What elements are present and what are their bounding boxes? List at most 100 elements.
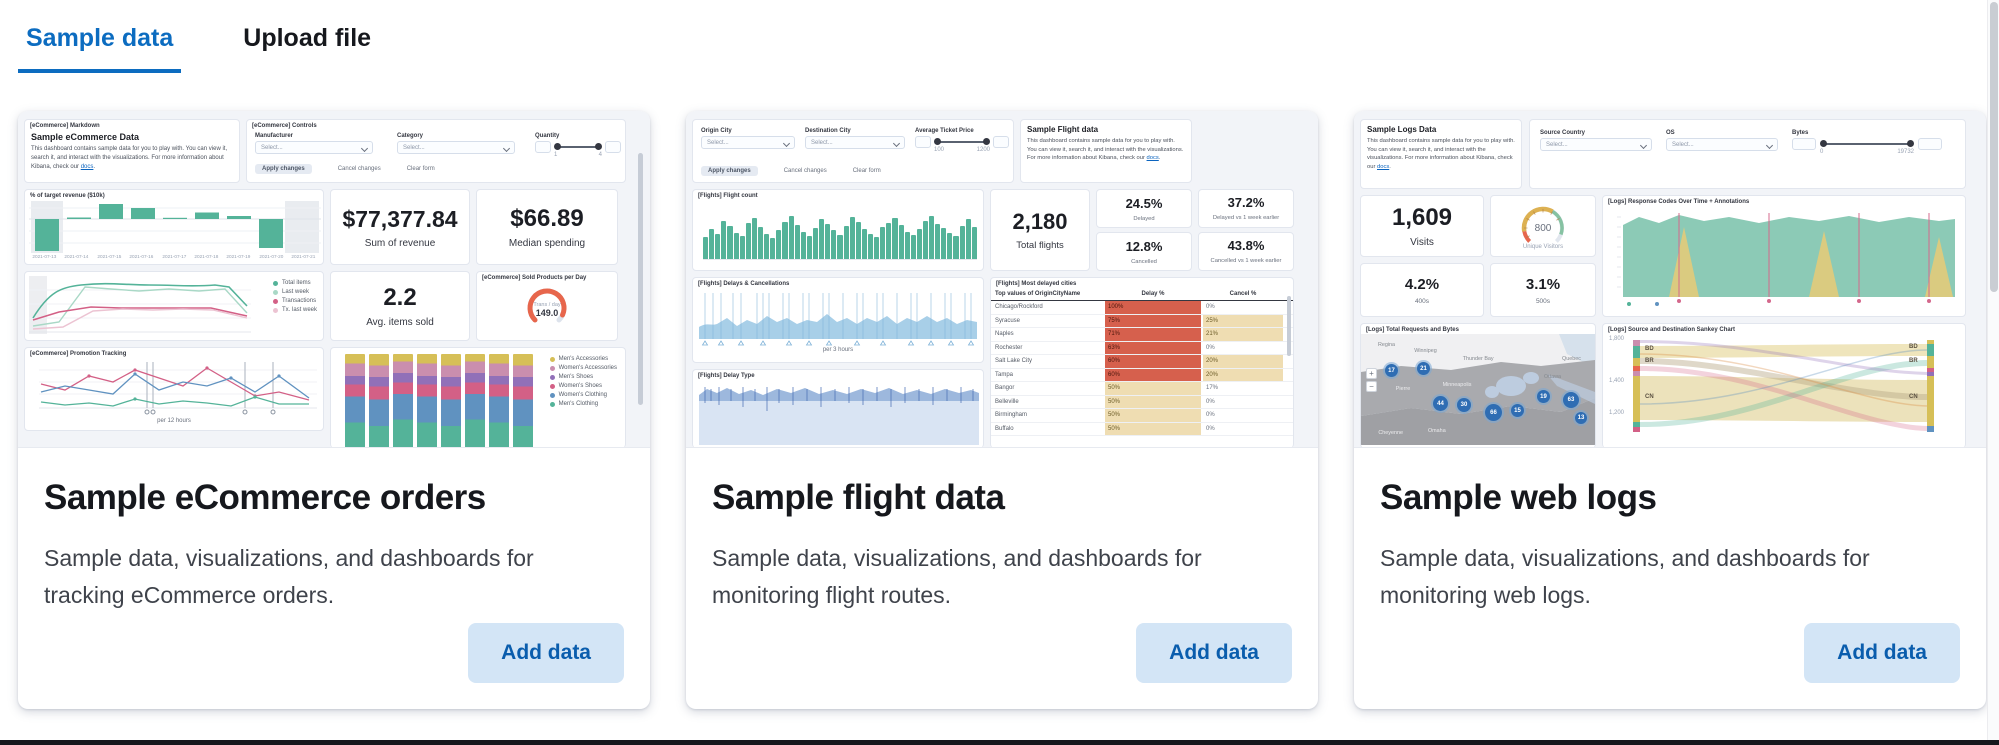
panel-requests-map: [Logs] Total Requests and Bytes [1360, 323, 1596, 448]
map-cluster-bubble: 17 [1385, 364, 1398, 377]
sankey-node-label: BR [1645, 358, 1654, 364]
response-codes-chart [1609, 207, 1961, 307]
thumbnail-scrollbar [638, 153, 643, 405]
panel-cancelled-vs: 43.8% Cancelled vs 1 week earlier [1198, 232, 1294, 271]
delays-area-chart [697, 289, 981, 347]
panel-title: [Flights] Delay Type [693, 370, 983, 380]
panel-title: [eCommerce] Promotion Tracking [25, 348, 323, 358]
map-cluster-bubble: 30 [1457, 398, 1471, 412]
panel-title: [eCommerce] Markdown [25, 120, 239, 130]
card-flights: Origin City Select... Destination City S… [686, 111, 1318, 709]
delayed-cities-rows: Chicago/Rockford100%0%Syracuse75%25%Napl… [991, 301, 1293, 436]
markdown-heading: Sample eCommerce Data [25, 130, 239, 143]
map-cluster-bubble: 44 [1433, 396, 1448, 411]
card-body: Sample eCommerce orders Sample data, vis… [18, 448, 650, 709]
visitors-map: Regina Winnipeg Thunder Bay Minneapolis … [1361, 334, 1595, 445]
map-cluster-bubble: 15 [1511, 404, 1524, 417]
panel-promotion-tracking: [eCommerce] Promotion Tracking per 12 ho… [24, 347, 324, 431]
map-city-label: Winnipeg [1414, 348, 1437, 353]
tab-sample-data[interactable]: Sample data [18, 24, 181, 73]
sankey-axis-label: 1,400 [1609, 378, 1624, 384]
panel-flight-markdown: Sample Flight data This dashboard contai… [1020, 119, 1192, 183]
panel-title: [Flights] Flight count [693, 190, 983, 200]
quantity-slider: 14 [554, 141, 602, 153]
markdown-heading: Sample Logs Data [1361, 120, 1521, 135]
delays-x-label: per 3 hours [693, 347, 983, 353]
bottom-edge-strip [0, 740, 1999, 745]
sankey-image [1607, 334, 1959, 438]
gauge-label: Unique Visitors [1491, 244, 1595, 250]
docs-link: docs [81, 164, 94, 170]
control-bytes: Bytes 019732 [1792, 130, 1942, 150]
map-cluster-bubble: 66 [1485, 404, 1502, 421]
tab-upload-file[interactable]: Upload file [235, 24, 379, 73]
sankey-node-label: BD [1909, 344, 1918, 350]
map-cluster-bubble: 63 [1563, 392, 1579, 408]
origin-city-select: Select... [701, 136, 795, 149]
panel-title: [Logs] Total Requests and Bytes [1361, 324, 1595, 334]
slider-max-box [1918, 138, 1942, 150]
clear-form-button: Clear form [407, 164, 435, 174]
map-zoom-in-button: + [1366, 368, 1377, 379]
bytes-slider: 019732 [1820, 138, 1914, 150]
add-data-button-ecommerce[interactable]: Add data [468, 623, 624, 683]
apply-changes-button: Apply changes [255, 164, 312, 174]
control-manufacturer: Manufacturer Select... [255, 133, 373, 154]
panel-sankey: [Logs] Source and Destination Sankey Cha… [1602, 323, 1966, 448]
panel-total-flights: 2,180 Total flights [990, 189, 1090, 271]
docs-link: docs [1147, 155, 1159, 161]
control-quantity: Quantity 14 [535, 133, 621, 153]
unique-visitors-gauge: 800 [1500, 198, 1586, 244]
panel-logs-markdown: Sample Logs Data This dashboard contains… [1360, 119, 1522, 189]
map-city-label: Thunder Bay [1463, 356, 1494, 361]
panel-sum-of-revenue: $77,377.84 Sum of revenue [330, 189, 470, 265]
panel-logs-controls: Source Country Select... OS Select... By… [1529, 119, 1966, 189]
add-data-button-flights[interactable]: Add data [1136, 623, 1292, 683]
panel-title: [Logs] Source and Destination Sankey Cha… [1603, 324, 1965, 334]
card-description: Sample data, visualizations, and dashboa… [712, 540, 1260, 614]
controls-buttons: Apply changes Cancel changes Clear form [701, 166, 881, 176]
card-description: Sample data, visualizations, and dashboa… [44, 540, 592, 614]
add-data-button-web-logs[interactable]: Add data [1804, 623, 1960, 683]
markdown-body: This dashboard contains sample data for … [1361, 135, 1521, 174]
map-cluster-bubble: 21 [1417, 362, 1430, 375]
flight-count-histogram [703, 204, 977, 260]
panel-avg-items-sold: 2.2 Avg. items sold [330, 271, 470, 341]
map-city-label: Regina [1378, 342, 1395, 347]
map-city-label: Cheyenne [1378, 430, 1403, 435]
map-cluster-bubble: 13 [1575, 412, 1587, 424]
revenue-bar-chart [29, 201, 321, 253]
category-stacked-bars [345, 354, 533, 448]
panel-flight-count: [Flights] Flight count [692, 189, 984, 271]
page-scrollbar[interactable] [1987, 0, 1999, 740]
control-destination-city: Destination City Select... [805, 128, 905, 149]
scrollbar-thumb[interactable] [1990, 2, 1998, 292]
panel-title: [Flights] Delays & Cancellations [693, 278, 983, 288]
table-row: Naples71%21% [991, 328, 1293, 342]
clear-form-button: Clear form [853, 166, 881, 176]
map-city-label: Pierre [1396, 386, 1410, 391]
delay-type-chart [697, 381, 981, 445]
panel-title: [eCommerce] Sold Products per Day [477, 272, 617, 282]
table-row: Buffalo50%0% [991, 423, 1293, 437]
slider-min-box [535, 141, 551, 153]
card-title: Sample web logs [1380, 478, 1960, 518]
card-body: Sample flight data Sample data, visualiz… [686, 448, 1318, 709]
control-source-country: Source Country Select... [1540, 130, 1652, 151]
panel-delays-cancellations: [Flights] Delays & Cancellations per 3 h… [692, 277, 984, 363]
panel-500s: 3.1% 500s [1490, 263, 1596, 317]
panel-visits: 1,609 Visits [1360, 195, 1484, 257]
map-zoom-out-button: − [1366, 381, 1377, 392]
sankey-node-label: BD [1645, 346, 1654, 352]
sankey-node-label: CN [1909, 394, 1918, 400]
panel-ecommerce-controls: [eCommerce] Controls Manufacturer Select… [246, 119, 626, 183]
control-category: Category Select... [397, 133, 515, 154]
table-row: Belleville50%0% [991, 396, 1293, 410]
control-origin-city: Origin City Select... [701, 128, 795, 149]
table-row: Chicago/Rockford100%0% [991, 301, 1293, 315]
table-row: Bangor50%17% [991, 382, 1293, 396]
markdown-heading: Sample Flight data [1021, 120, 1191, 135]
os-select: Select... [1666, 138, 1778, 151]
panel-sold-products-gauge: [eCommerce] Sold Products per Day Trans … [476, 271, 618, 341]
table-row: Birmingham50%0% [991, 409, 1293, 423]
